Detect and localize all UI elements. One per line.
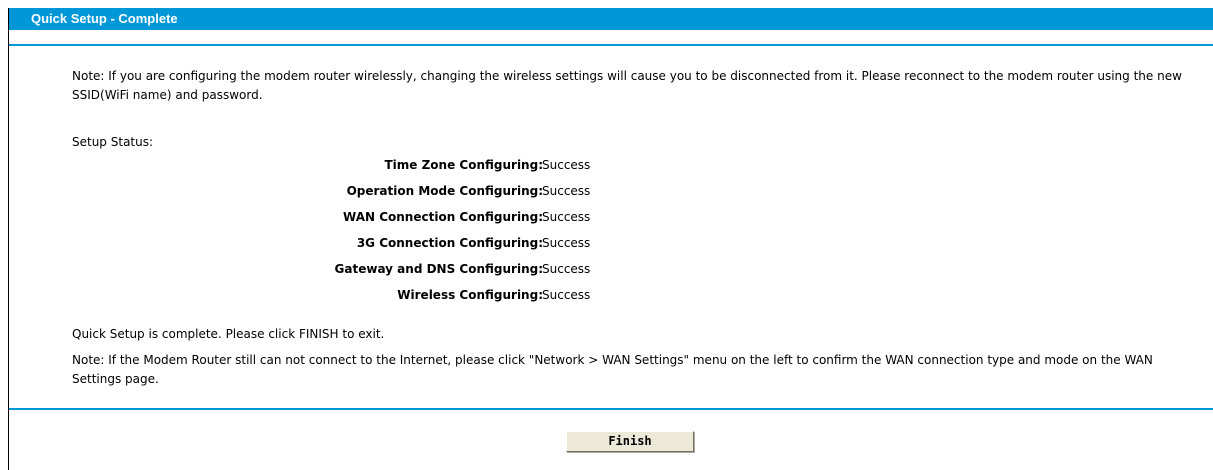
- quick-setup-panel: Quick Setup - Complete Note: If you are …: [8, 8, 1213, 470]
- status-value: Success: [542, 184, 591, 198]
- status-value: Success: [542, 210, 591, 224]
- bottom-divider: [9, 408, 1213, 410]
- status-label: Time Zone Configuring:: [384, 158, 543, 172]
- status-value: Success: [542, 158, 591, 172]
- status-row-wan-connection: WAN Connection Configuring: Success: [9, 207, 1213, 233]
- top-divider: [9, 44, 1213, 46]
- status-label: 3G Connection Configuring:: [356, 236, 543, 250]
- status-row-gateway-dns: Gateway and DNS Configuring: Success: [9, 259, 1213, 285]
- status-value: Success: [542, 236, 591, 250]
- status-label: WAN Connection Configuring:: [343, 210, 543, 224]
- setup-complete-message: Quick Setup is complete. Please click FI…: [72, 327, 385, 341]
- status-row-wireless: Wireless Configuring: Success: [9, 285, 1213, 311]
- wireless-reconnect-note: Note: If you are configuring the modem r…: [72, 69, 1182, 102]
- finish-button[interactable]: Finish: [566, 431, 694, 452]
- status-label: Operation Mode Configuring:: [346, 184, 543, 198]
- status-row-3g-connection: 3G Connection Configuring: Success: [9, 233, 1213, 259]
- status-value: Success: [542, 288, 591, 302]
- page-title: Quick Setup - Complete: [31, 11, 178, 26]
- status-label: Gateway and DNS Configuring:: [334, 262, 543, 276]
- status-row-operation-mode: Operation Mode Configuring: Success: [9, 181, 1213, 207]
- title-bar: Quick Setup - Complete: [9, 8, 1213, 30]
- setup-status-label: Setup Status:: [72, 135, 154, 149]
- status-row-time-zone: Time Zone Configuring: Success: [9, 155, 1213, 181]
- status-label: Wireless Configuring:: [397, 288, 543, 302]
- wan-settings-note: Note: If the Modem Router still can not …: [72, 353, 1153, 386]
- status-value: Success: [542, 262, 591, 276]
